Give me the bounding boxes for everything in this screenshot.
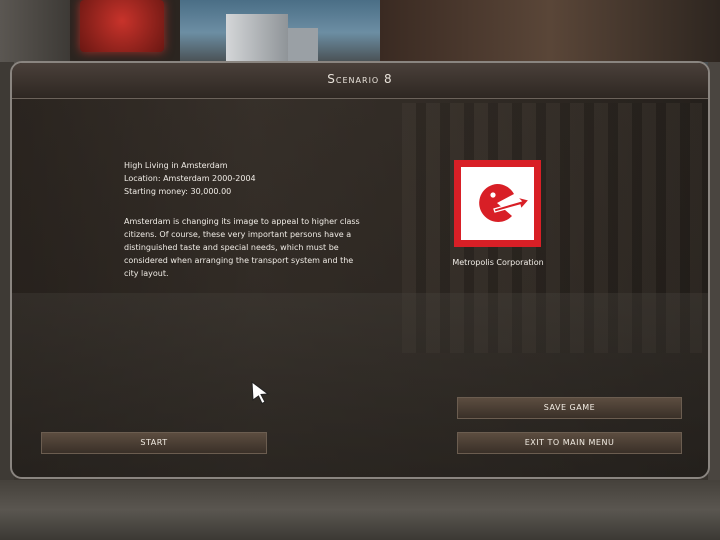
mouse-pointer-icon	[251, 380, 271, 405]
scenario-info: High Living in Amsterdam Location: Amste…	[124, 159, 364, 198]
game-scene: Scenario 8 High Living in Amsterdam Loca…	[0, 0, 720, 540]
company-logo	[454, 160, 541, 247]
scenario-dialog: Scenario 8 High Living in Amsterdam Loca…	[10, 61, 710, 479]
backdrop-street	[0, 480, 720, 540]
dialog-title: Scenario 8	[327, 72, 393, 86]
backdrop-neon-sign	[80, 0, 164, 52]
scenario-description: Amsterdam is changing its image to appea…	[124, 217, 360, 278]
backdrop-tower-annex	[288, 28, 318, 62]
scenario-starting-money: Starting money: 30,000.00	[124, 187, 232, 196]
pacman-arrow-logo-icon	[461, 167, 534, 240]
company-name: Metropolis Corporation	[452, 258, 544, 267]
backdrop-tower	[226, 14, 288, 62]
backdrop-building-left	[0, 0, 70, 70]
start-button[interactable]: START	[41, 432, 267, 454]
scenario-name: High Living in Amsterdam	[124, 161, 228, 170]
dialog-title-bar: Scenario 8	[12, 63, 708, 99]
exit-to-main-menu-button[interactable]: EXIT TO MAIN MENU	[457, 432, 682, 454]
backdrop-building-right	[380, 0, 720, 62]
scenario-location: Location: Amsterdam 2000-2004	[124, 174, 256, 183]
save-game-button[interactable]: SAVE GAME	[457, 397, 682, 419]
